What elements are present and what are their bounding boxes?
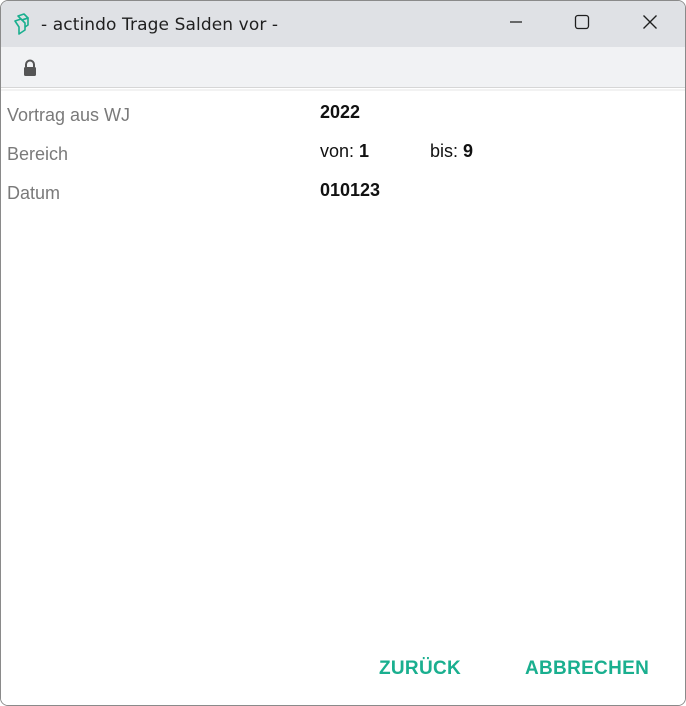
vortrag-value: 2022: [320, 102, 361, 122]
close-icon: [642, 14, 658, 35]
dialog-window: - actindo Trage Salden vor - Vortrag aus…: [0, 0, 686, 706]
back-button[interactable]: ZURÜCK: [379, 658, 461, 680]
lock-icon: [22, 59, 38, 77]
von-value: 1: [359, 141, 370, 161]
title-bar[interactable]: - actindo Trage Salden vor -: [1, 1, 685, 47]
bis-value: 9: [463, 141, 474, 161]
divider: [1, 89, 685, 91]
actindo-logo-icon: [11, 13, 33, 35]
vortrag-label: Vortrag aus WJ: [7, 105, 131, 125]
cancel-button[interactable]: ABBRECHEN: [525, 658, 649, 680]
maximize-button[interactable]: [549, 1, 615, 47]
minimize-icon: [508, 14, 524, 35]
bereich-bis: bis: 9: [430, 141, 473, 162]
datum-value: 010123: [320, 180, 381, 200]
minimize-button[interactable]: [483, 1, 549, 47]
close-button[interactable]: [617, 1, 683, 47]
address-bar: [1, 47, 685, 88]
datum-label: Datum: [7, 183, 61, 203]
bereich-von: von: 1: [320, 141, 369, 162]
bis-label: bis:: [430, 141, 459, 161]
maximize-icon: [574, 14, 590, 35]
von-label: von:: [320, 141, 355, 161]
dialog-content: Vortrag aus WJ 2022 Bereich von: 1 bis: …: [1, 88, 685, 705]
bereich-label: Bereich: [7, 144, 69, 164]
window-title: - actindo Trage Salden vor -: [41, 15, 279, 35]
